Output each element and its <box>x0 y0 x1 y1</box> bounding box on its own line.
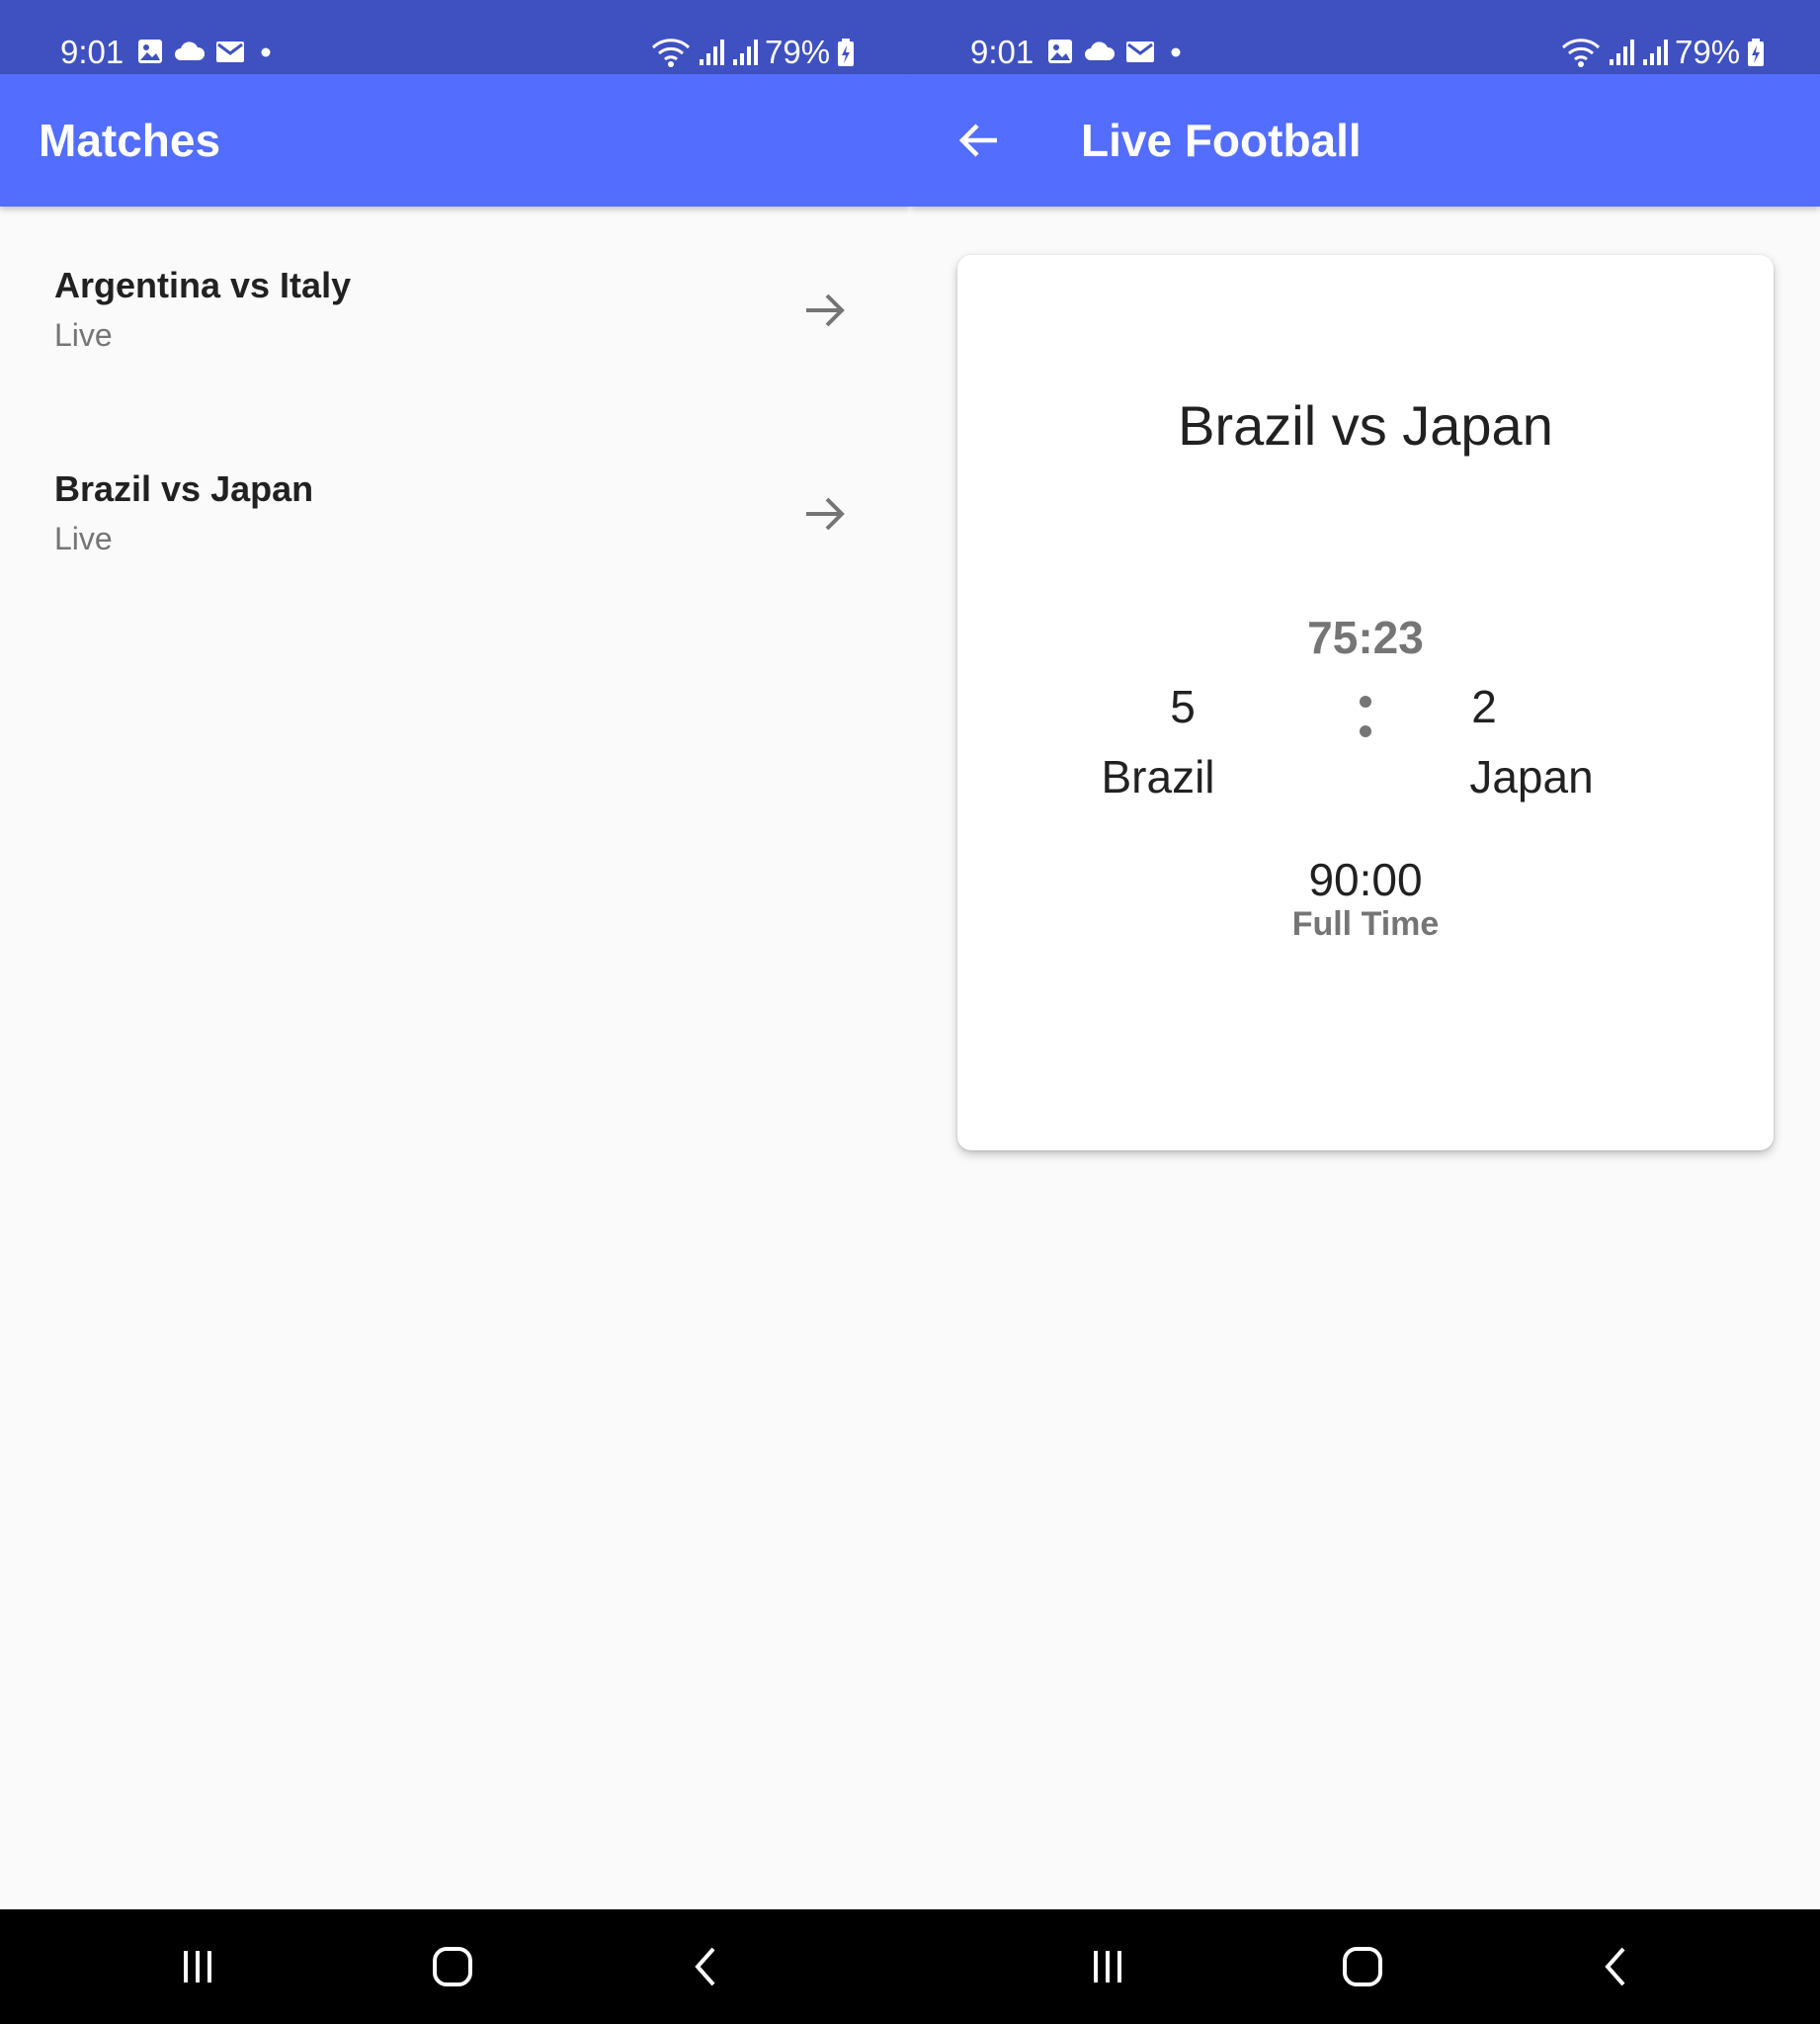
system-status: 79% <box>1560 33 1766 72</box>
away-score: 2 <box>1471 681 1497 732</box>
status-time: 9:01 <box>970 34 1034 70</box>
status-bar: 9:01 79% <box>910 0 1820 74</box>
signal-icon <box>1610 40 1634 65</box>
wifi-icon <box>1561 39 1601 67</box>
page-title: Matches <box>39 115 221 166</box>
mail-icon <box>1126 42 1154 62</box>
cloud-icon <box>1085 42 1116 60</box>
dot-icon <box>1171 47 1181 57</box>
arrow-forward-icon <box>806 497 845 531</box>
mail-icon <box>216 42 244 62</box>
full-time-label: Full Time <box>1291 905 1440 943</box>
wifi-icon <box>651 39 691 67</box>
navigation-bar <box>910 1909 1820 2024</box>
status-bar: 9:01 79% <box>0 0 910 74</box>
back-icon[interactable] <box>678 1937 737 1996</box>
gallery-icon <box>1048 40 1072 63</box>
dot-icon <box>261 47 271 57</box>
home-icon[interactable] <box>1333 1937 1392 1996</box>
page-title: Live Football <box>1081 115 1362 166</box>
back-button[interactable] <box>950 111 1009 170</box>
arrow-forward-icon <box>806 294 845 327</box>
home-team: Brazil <box>1101 751 1215 802</box>
home-score: 5 <box>1170 681 1196 732</box>
recent-apps-icon[interactable] <box>1078 1937 1137 1996</box>
match-status: Live <box>54 317 113 353</box>
match-name: Argentina vs Italy <box>54 265 352 305</box>
battery-percent: 79% <box>765 34 831 70</box>
battery-charging-icon <box>838 39 855 66</box>
signal-icon <box>1643 40 1668 65</box>
recent-apps-icon[interactable] <box>168 1937 227 1996</box>
matches-screen: 9:01 79% Matches Argentina vs Italy Live… <box>0 0 910 2024</box>
notification-icons <box>1045 36 1188 67</box>
list-item-brazil-japan[interactable]: Brazil vs Japan Live <box>0 448 910 626</box>
list-item-argentina-italy[interactable]: Argentina vs Italy Live <box>0 244 910 422</box>
signal-icon <box>733 40 758 65</box>
app-bar: Matches <box>0 74 910 207</box>
notification-icons <box>135 36 278 67</box>
match-clock: 75:23 <box>1307 612 1424 663</box>
app-bar: Live Football <box>910 74 1820 207</box>
match-status: Live <box>54 521 113 556</box>
system-status: 79% <box>650 33 856 72</box>
full-time-clock: 90:00 <box>1308 854 1423 905</box>
signal-icon <box>700 40 724 65</box>
live-football-screen: 9:01 79% Live Football Brazil vs Japan 7… <box>910 0 1820 2024</box>
battery-charging-icon <box>1748 39 1765 66</box>
cloud-icon <box>175 42 206 60</box>
battery-percent: 79% <box>1675 34 1741 70</box>
match-title: Brazil vs Japan <box>1178 394 1553 457</box>
navigation-bar <box>0 1909 910 2024</box>
match-name: Brazil vs Japan <box>54 468 314 509</box>
score-separator <box>1360 696 1371 737</box>
gallery-icon <box>138 40 162 63</box>
away-team: Japan <box>1469 751 1594 802</box>
match-card: Brazil vs Japan 75:23 5 2 Brazil Japan 9… <box>957 255 1774 1150</box>
arrow-back-icon <box>958 124 997 157</box>
home-icon[interactable] <box>423 1937 482 1996</box>
status-time: 9:01 <box>60 34 124 70</box>
back-icon[interactable] <box>1588 1937 1647 1996</box>
